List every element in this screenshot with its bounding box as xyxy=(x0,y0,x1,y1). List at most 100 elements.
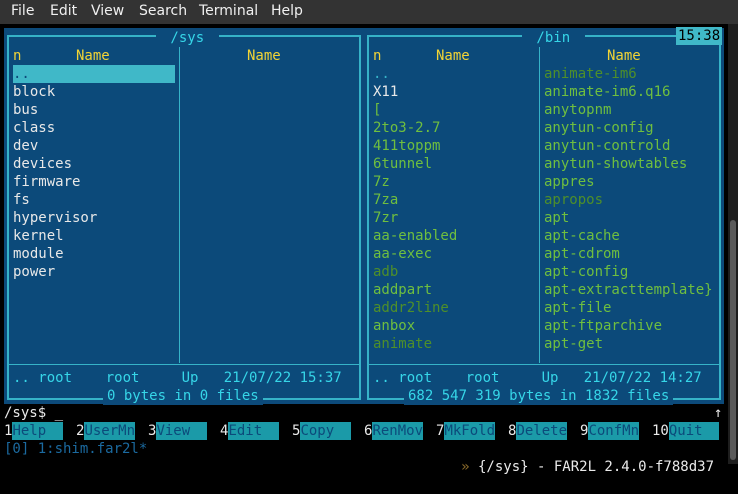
left-col1-header: Name xyxy=(76,48,110,64)
scrollbar-thumb[interactable] xyxy=(730,220,736,460)
file-entry[interactable]: power xyxy=(13,263,175,281)
file-entry[interactable]: anytun-controld xyxy=(544,137,722,155)
fkey-number: 1 xyxy=(4,423,13,439)
menu-terminal[interactable]: Terminal xyxy=(199,3,258,19)
fkey-9[interactable]: 9ConfMn xyxy=(580,422,640,440)
left-panel-column-divider xyxy=(179,37,180,363)
fkey-label: Quit xyxy=(668,422,720,440)
left-file-list: .. block bus class dev devices firmware fs hyper… xyxy=(13,65,175,281)
left-panel-title: /sys xyxy=(156,29,219,47)
file-entry[interactable]: X11 xyxy=(373,83,535,101)
fkey-number: 10 xyxy=(652,423,669,439)
left-panel-status: .. root root Up 21/07/22 15:37 xyxy=(13,370,342,386)
file-entry[interactable]: block xyxy=(13,83,175,101)
file-entry[interactable]: anytun-showtables xyxy=(544,155,722,173)
file-entry[interactable]: apt-cache xyxy=(544,227,722,245)
file-entry[interactable]: 7zr xyxy=(373,209,535,227)
parent-dir-entry[interactable]: .. xyxy=(373,65,535,83)
right-file-list-col2: animate-im6 animate-im6.q16 anytopnm anytun… xyxy=(544,65,722,353)
right-panel-status: .. root root Up 21/07/22 14:27 xyxy=(373,370,702,386)
command-line[interactable]: /sys$ _ xyxy=(4,404,63,422)
right-panel-summary: 682 547 319 bytes in 1832 files xyxy=(404,387,674,405)
fkey-label: UserMn xyxy=(84,422,136,440)
file-entry[interactable]: 7z xyxy=(373,173,535,191)
file-entry[interactable]: 7za xyxy=(373,191,535,209)
menu-help[interactable]: Help xyxy=(271,3,303,19)
file-entry[interactable]: anytun-config xyxy=(544,119,722,137)
file-entry[interactable]: animate xyxy=(373,335,535,353)
tmux-status-text: {/sys} - FAR2L 2.4.0-f788d37 xyxy=(469,459,714,475)
file-entry[interactable]: 2to3-2.7 xyxy=(373,119,535,137)
file-entry[interactable]: apropos xyxy=(544,191,722,209)
fkey-number: 8 xyxy=(508,423,517,439)
fkey-number: 7 xyxy=(436,423,445,439)
file-entry[interactable]: addpart xyxy=(373,281,535,299)
file-entry[interactable]: fs xyxy=(13,191,175,209)
file-entry[interactable]: apt xyxy=(544,209,722,227)
fkey-2[interactable]: 2UserMn xyxy=(76,422,136,440)
fkey-number: 2 xyxy=(76,423,85,439)
file-entry[interactable]: aa-enabled xyxy=(373,227,535,245)
menu-view[interactable]: View xyxy=(91,3,124,19)
file-entry[interactable]: class xyxy=(13,119,175,137)
file-entry[interactable]: module xyxy=(13,245,175,263)
file-entry[interactable]: kernel xyxy=(13,227,175,245)
menu-edit[interactable]: Edit xyxy=(50,3,77,19)
file-entry[interactable]: addr2line xyxy=(373,299,535,317)
tmux-window-list: [0] 1:shim.far2l* xyxy=(4,441,148,457)
file-entry[interactable]: animate-im6.q16 xyxy=(544,83,722,101)
file-entry[interactable]: apt-config xyxy=(544,263,722,281)
left-col1-n: n xyxy=(13,48,22,64)
file-entry[interactable]: hypervisor xyxy=(13,209,175,227)
file-entry[interactable]: animate-im6 xyxy=(544,65,722,83)
file-entry[interactable]: dev xyxy=(13,137,175,155)
left-panel[interactable]: /sys n Name Name .. block bus class dev devic… xyxy=(4,28,364,405)
fkey-label: ConfMn xyxy=(588,422,640,440)
file-entry[interactable]: apt-extracttemplate} xyxy=(544,281,722,299)
fkey-6[interactable]: 6RenMov xyxy=(364,422,424,440)
fkey-number: 6 xyxy=(364,423,373,439)
file-entry[interactable]: apt-file xyxy=(544,299,722,317)
right-panel[interactable]: /bin 15:38 n Name Name .. X11[2to3-2.7 411… xyxy=(364,27,724,405)
file-entry[interactable]: devices xyxy=(13,155,175,173)
tmux-status-right: » {/sys} - FAR2L 2.4.0-f788d37 xyxy=(427,440,714,494)
file-entry[interactable]: aa-exec xyxy=(373,245,535,263)
fkey-1[interactable]: 1Help xyxy=(4,422,64,440)
file-entry[interactable]: adb xyxy=(373,263,535,281)
file-entry[interactable]: apt-get xyxy=(544,335,722,353)
fkey-5[interactable]: 5Copy xyxy=(292,422,352,440)
fkey-10[interactable]: 10Quit xyxy=(652,422,720,440)
file-entry[interactable]: 6tunnel xyxy=(373,155,535,173)
fkey-label: Edit xyxy=(228,422,280,440)
scroll-up-arrow-icon: ↑ xyxy=(714,405,723,421)
file-entry[interactable]: firmware xyxy=(13,173,175,191)
menu-file[interactable]: File xyxy=(11,3,34,19)
fkey-8[interactable]: 8Delete xyxy=(508,422,568,440)
fkey-number: 3 xyxy=(148,423,157,439)
fkey-3[interactable]: 3View xyxy=(148,422,208,440)
parent-dir-entry[interactable]: .. xyxy=(13,65,175,83)
file-entry[interactable]: apt-ftparchive xyxy=(544,317,722,335)
file-entry[interactable]: anytopnm xyxy=(544,101,722,119)
left-panel-summary: 0 bytes in 0 files xyxy=(103,387,263,405)
terminal[interactable]: /sys n Name Name .. block bus class dev devic… xyxy=(0,24,728,475)
fkey-number: 4 xyxy=(220,423,229,439)
fkey-label: Help xyxy=(12,422,64,440)
left-panel-status-divider xyxy=(9,364,359,365)
menu-bar: File Edit View Search Terminal Help xyxy=(0,0,738,24)
fkey-4[interactable]: 4Edit xyxy=(220,422,280,440)
fkey-label: MkFold xyxy=(444,422,496,440)
fkey-7[interactable]: 7MkFold xyxy=(436,422,496,440)
file-entry[interactable]: 411toppm xyxy=(373,137,535,155)
file-entry[interactable]: [ xyxy=(373,101,535,119)
file-entry[interactable]: apt-cdrom xyxy=(544,245,722,263)
terminal-scrollbar[interactable] xyxy=(728,24,738,464)
fkey-number: 5 xyxy=(292,423,301,439)
menu-search[interactable]: Search xyxy=(139,3,187,19)
fkey-label: Copy xyxy=(300,422,352,440)
file-entry[interactable]: anbox xyxy=(373,317,535,335)
tmux-separator-icon: » xyxy=(461,459,470,475)
file-entry[interactable]: bus xyxy=(13,101,175,119)
fkey-number: 9 xyxy=(580,423,589,439)
file-entry[interactable]: appres xyxy=(544,173,722,191)
